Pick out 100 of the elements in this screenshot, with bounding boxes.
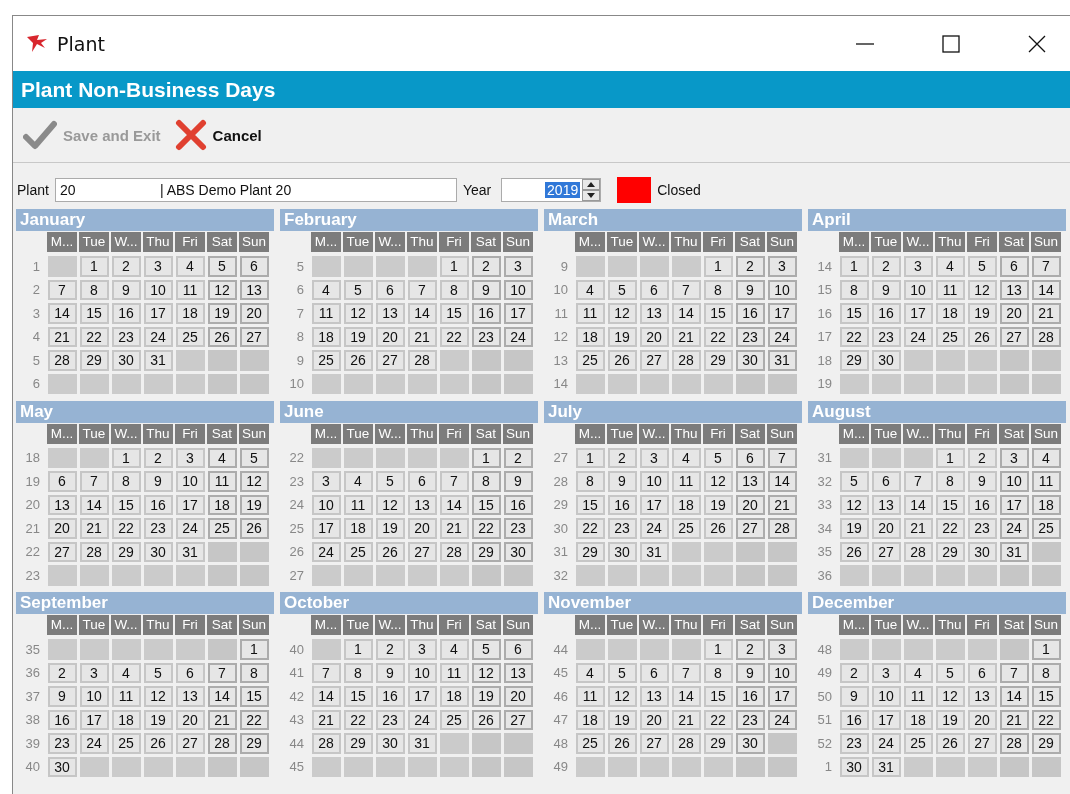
day-cell[interactable]: 23 bbox=[871, 326, 901, 347]
day-cell[interactable]: 5 bbox=[343, 279, 373, 300]
day-cell[interactable]: 21 bbox=[79, 518, 109, 539]
day-cell[interactable]: 21 bbox=[999, 709, 1029, 730]
day-cell[interactable]: 8 bbox=[839, 279, 869, 300]
day-cell[interactable]: 26 bbox=[239, 518, 269, 539]
day-cell[interactable]: 17 bbox=[503, 303, 533, 324]
day-cell[interactable]: 5 bbox=[207, 256, 237, 277]
day-cell[interactable]: 27 bbox=[871, 541, 901, 562]
day-cell[interactable]: 16 bbox=[111, 303, 141, 324]
day-cell[interactable]: 15 bbox=[111, 494, 141, 515]
day-cell[interactable]: 4 bbox=[671, 447, 701, 468]
day-cell[interactable]: 8 bbox=[1031, 662, 1061, 683]
day-cell[interactable]: 9 bbox=[735, 279, 765, 300]
day-cell[interactable]: 12 bbox=[607, 686, 637, 707]
day-cell[interactable]: 12 bbox=[375, 494, 405, 515]
day-cell[interactable]: 30 bbox=[607, 541, 637, 562]
day-cell[interactable]: 12 bbox=[839, 494, 869, 515]
day-cell[interactable]: 10 bbox=[999, 471, 1029, 492]
day-cell[interactable]: 2 bbox=[735, 256, 765, 277]
day-cell[interactable]: 27 bbox=[175, 733, 205, 754]
day-cell[interactable]: 21 bbox=[47, 326, 77, 347]
day-cell[interactable]: 25 bbox=[671, 518, 701, 539]
day-cell[interactable]: 27 bbox=[967, 733, 997, 754]
day-cell[interactable]: 6 bbox=[239, 256, 269, 277]
day-cell[interactable]: 2 bbox=[111, 256, 141, 277]
day-cell[interactable]: 24 bbox=[767, 326, 797, 347]
day-cell[interactable]: 13 bbox=[735, 471, 765, 492]
day-cell[interactable]: 9 bbox=[839, 686, 869, 707]
day-cell[interactable]: 2 bbox=[607, 447, 637, 468]
day-cell[interactable]: 15 bbox=[703, 303, 733, 324]
day-cell[interactable]: 19 bbox=[375, 518, 405, 539]
day-cell[interactable]: 4 bbox=[1031, 447, 1061, 468]
day-cell[interactable]: 1 bbox=[935, 447, 965, 468]
day-cell[interactable]: 14 bbox=[671, 303, 701, 324]
day-cell[interactable]: 27 bbox=[407, 541, 437, 562]
day-cell[interactable]: 12 bbox=[607, 303, 637, 324]
maximize-icon[interactable] bbox=[941, 33, 961, 54]
day-cell[interactable]: 3 bbox=[503, 256, 533, 277]
day-cell[interactable]: 11 bbox=[671, 471, 701, 492]
day-cell[interactable]: 11 bbox=[207, 471, 237, 492]
day-cell[interactable]: 13 bbox=[375, 303, 405, 324]
day-cell[interactable]: 5 bbox=[607, 662, 637, 683]
day-cell[interactable]: 6 bbox=[735, 447, 765, 468]
day-cell[interactable]: 28 bbox=[407, 350, 437, 371]
day-cell[interactable]: 22 bbox=[239, 709, 269, 730]
day-cell[interactable]: 26 bbox=[471, 709, 501, 730]
day-cell[interactable]: 3 bbox=[175, 447, 205, 468]
day-cell[interactable]: 29 bbox=[703, 350, 733, 371]
day-cell[interactable]: 10 bbox=[871, 686, 901, 707]
day-cell[interactable]: 1 bbox=[111, 447, 141, 468]
day-cell[interactable]: 3 bbox=[79, 662, 109, 683]
day-cell[interactable]: 15 bbox=[79, 303, 109, 324]
day-cell[interactable]: 9 bbox=[967, 471, 997, 492]
day-cell[interactable]: 3 bbox=[767, 639, 797, 660]
day-cell[interactable]: 23 bbox=[735, 326, 765, 347]
day-cell[interactable]: 12 bbox=[143, 686, 173, 707]
day-cell[interactable]: 19 bbox=[967, 303, 997, 324]
day-cell[interactable]: 21 bbox=[903, 518, 933, 539]
day-cell[interactable]: 11 bbox=[311, 303, 341, 324]
day-cell[interactable]: 11 bbox=[1031, 471, 1061, 492]
day-cell[interactable]: 5 bbox=[143, 662, 173, 683]
day-cell[interactable]: 29 bbox=[239, 733, 269, 754]
day-cell[interactable]: 16 bbox=[375, 686, 405, 707]
day-cell[interactable]: 27 bbox=[47, 541, 77, 562]
day-cell[interactable]: 11 bbox=[175, 279, 205, 300]
day-cell[interactable]: 4 bbox=[575, 279, 605, 300]
day-cell[interactable]: 25 bbox=[575, 733, 605, 754]
day-cell[interactable]: 3 bbox=[999, 447, 1029, 468]
day-cell[interactable]: 22 bbox=[1031, 709, 1061, 730]
day-cell[interactable]: 24 bbox=[79, 733, 109, 754]
day-cell[interactable]: 9 bbox=[375, 662, 405, 683]
day-cell[interactable]: 16 bbox=[47, 709, 77, 730]
day-cell[interactable]: 25 bbox=[311, 350, 341, 371]
day-cell[interactable]: 1 bbox=[79, 256, 109, 277]
day-cell[interactable]: 21 bbox=[311, 709, 341, 730]
day-cell[interactable]: 4 bbox=[903, 662, 933, 683]
day-cell[interactable]: 22 bbox=[839, 326, 869, 347]
day-cell[interactable]: 30 bbox=[111, 350, 141, 371]
day-cell[interactable]: 24 bbox=[767, 709, 797, 730]
day-cell[interactable]: 21 bbox=[439, 518, 469, 539]
day-cell[interactable]: 13 bbox=[503, 662, 533, 683]
day-cell[interactable]: 19 bbox=[471, 686, 501, 707]
day-cell[interactable]: 13 bbox=[871, 494, 901, 515]
day-cell[interactable]: 6 bbox=[47, 471, 77, 492]
day-cell[interactable]: 29 bbox=[471, 541, 501, 562]
day-cell[interactable]: 27 bbox=[375, 350, 405, 371]
day-cell[interactable]: 1 bbox=[343, 639, 373, 660]
day-cell[interactable]: 27 bbox=[639, 733, 669, 754]
day-cell[interactable]: 22 bbox=[471, 518, 501, 539]
day-cell[interactable]: 15 bbox=[343, 686, 373, 707]
day-cell[interactable]: 27 bbox=[639, 350, 669, 371]
day-cell[interactable]: 30 bbox=[871, 350, 901, 371]
day-cell[interactable]: 17 bbox=[999, 494, 1029, 515]
day-cell[interactable]: 15 bbox=[1031, 686, 1061, 707]
day-cell[interactable]: 9 bbox=[607, 471, 637, 492]
day-cell[interactable]: 10 bbox=[311, 494, 341, 515]
day-cell[interactable]: 24 bbox=[871, 733, 901, 754]
day-cell[interactable]: 23 bbox=[471, 326, 501, 347]
day-cell[interactable]: 26 bbox=[967, 326, 997, 347]
